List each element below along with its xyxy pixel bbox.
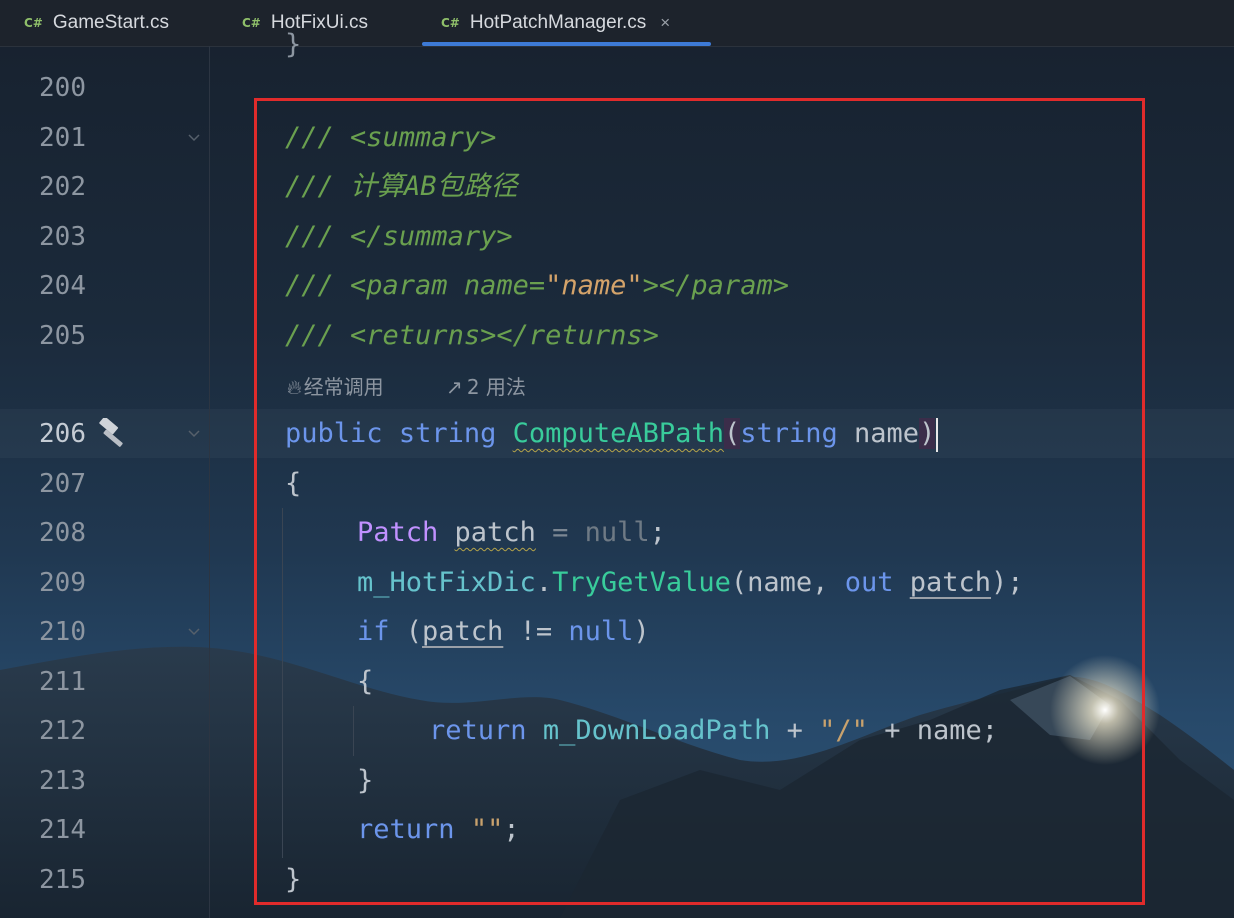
line-number: 215 bbox=[39, 865, 86, 895]
tab-label: HotPatchManager.cs bbox=[469, 12, 647, 33]
line-number: 206 bbox=[39, 419, 86, 449]
line-number: 210 bbox=[39, 617, 86, 647]
gutter-separator bbox=[209, 46, 210, 918]
line-number: 208 bbox=[39, 518, 86, 548]
editor-tab-bar: C# GameStart.cs C# HotFixUi.cs C# HotPat… bbox=[0, 0, 1234, 47]
tab-gamestart[interactable]: C# GameStart.cs bbox=[24, 0, 169, 46]
line-number: 212 bbox=[39, 716, 86, 746]
line-number: 213 bbox=[39, 766, 86, 796]
active-tab-indicator bbox=[422, 42, 711, 46]
line-number: 207 bbox=[39, 469, 86, 499]
line-number: 209 bbox=[39, 568, 86, 598]
tab-hotpatchmanager[interactable]: C# HotPatchManager.cs × bbox=[441, 0, 670, 46]
csharp-file-icon: C# bbox=[24, 16, 43, 30]
line-number: 202 bbox=[39, 172, 86, 202]
line-number: 204 bbox=[39, 271, 86, 301]
line-number: 200 bbox=[39, 73, 86, 103]
line-number: 214 bbox=[39, 815, 86, 845]
highlight-annotation-box bbox=[254, 98, 1145, 905]
close-tab-icon[interactable]: × bbox=[660, 13, 670, 33]
tab-label: GameStart.cs bbox=[52, 12, 170, 33]
hammer-icon[interactable] bbox=[96, 416, 130, 454]
csharp-file-icon: C# bbox=[242, 16, 261, 30]
line-number: 205 bbox=[39, 321, 86, 351]
tab-hotfixui[interactable]: C# HotFixUi.cs bbox=[242, 0, 368, 46]
csharp-file-icon: C# bbox=[441, 16, 460, 30]
fold-chevron-icon[interactable] bbox=[186, 607, 204, 657]
line-number: 201 bbox=[39, 123, 86, 153]
fold-chevron-icon[interactable] bbox=[186, 409, 204, 459]
line-number: 203 bbox=[39, 222, 86, 252]
fold-chevron-icon[interactable] bbox=[186, 113, 204, 163]
previous-line-fragment: } bbox=[285, 29, 302, 60]
line-number: 211 bbox=[39, 667, 86, 697]
